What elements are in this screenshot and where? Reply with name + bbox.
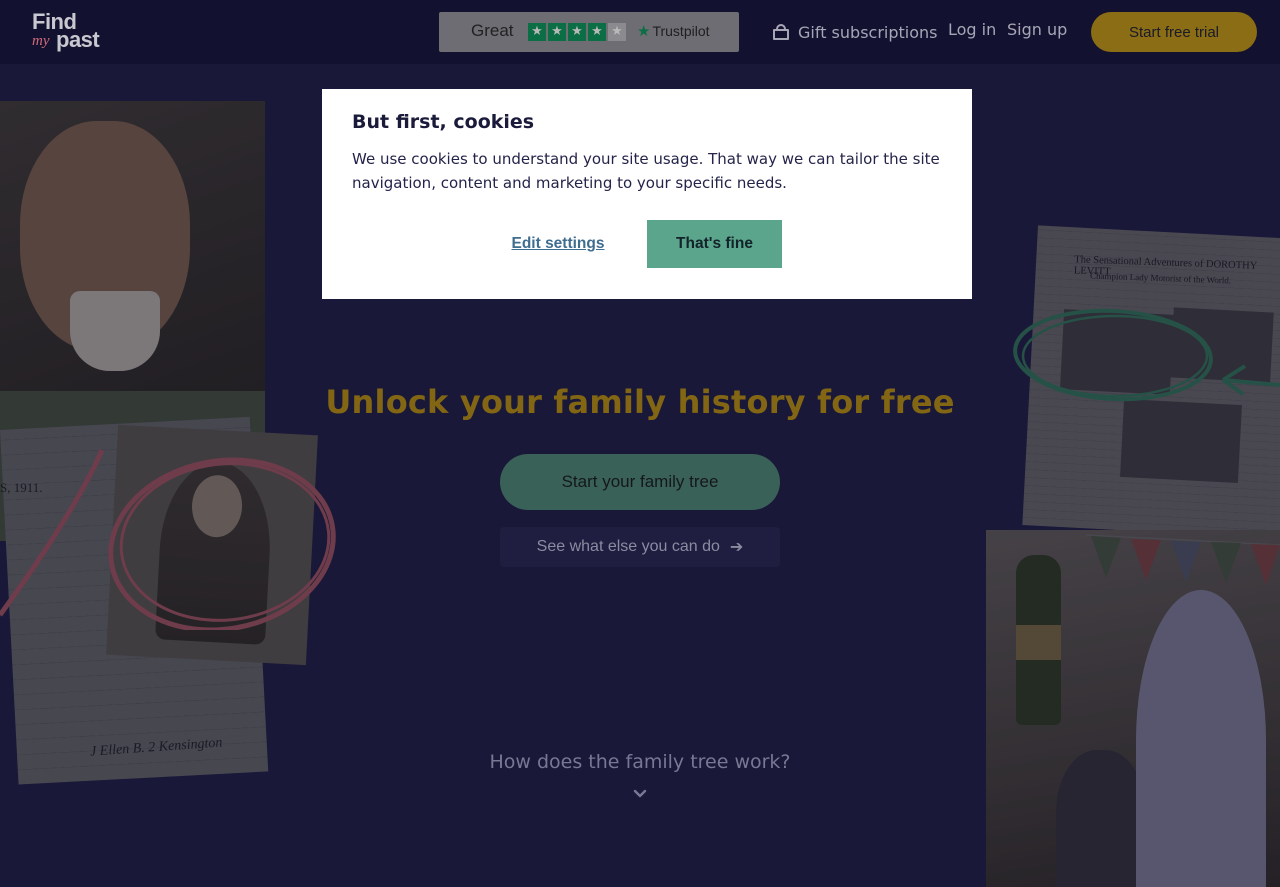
- cookie-description: We use cookies to understand your site u…: [352, 150, 940, 192]
- start-family-tree-button[interactable]: Start your family tree: [500, 454, 780, 510]
- how-family-tree-works-link[interactable]: How does the family tree work?: [0, 751, 1280, 773]
- star-empty-icon: ★: [608, 23, 626, 41]
- star-icon: ★: [588, 23, 606, 41]
- gift-subscriptions-link[interactable]: Gift subscriptions: [772, 20, 937, 44]
- findmypast-logo[interactable]: Find my past: [32, 9, 116, 55]
- logo-past-text: past: [56, 27, 100, 52]
- gift-subscriptions-label: Gift subscriptions: [798, 22, 938, 42]
- trustpilot-brand: ★ Trustpilot: [637, 22, 710, 40]
- gift-icon: [772, 24, 790, 40]
- arrow-right-icon: ➔: [729, 539, 744, 556]
- celebration-photo: [986, 530, 1280, 887]
- site-header: Find my past Great ★ ★ ★ ★ ★ ★ Trustpilot…: [0, 0, 1280, 64]
- see-what-else-button[interactable]: See what else you can do ➔: [500, 527, 780, 567]
- accept-cookies-button[interactable]: That's fine: [647, 220, 782, 268]
- trustpilot-brand-text: Trustpilot: [652, 23, 710, 39]
- login-link[interactable]: Log in: [948, 20, 996, 39]
- star-icon: ★: [528, 23, 546, 41]
- start-free-trial-button[interactable]: Start free trial: [1091, 12, 1257, 52]
- signup-link[interactable]: Sign up: [1007, 20, 1067, 39]
- star-icon: ★: [548, 23, 566, 41]
- star-icon: ★: [568, 23, 586, 41]
- hero-title: Unlock your family history for free: [325, 383, 955, 421]
- trustpilot-widget[interactable]: Great ★ ★ ★ ★ ★ ★ Trustpilot: [439, 12, 739, 52]
- edit-settings-button[interactable]: Edit settings: [494, 220, 622, 268]
- trustpilot-stars: ★ ★ ★ ★ ★: [528, 23, 626, 41]
- chevron-down-icon[interactable]: [632, 786, 648, 802]
- trustpilot-star-icon: ★: [637, 23, 651, 40]
- trustpilot-rating: Great: [471, 21, 514, 40]
- see-what-else-label: See what else you can do: [536, 538, 720, 555]
- cookie-title: But first, cookies: [352, 111, 535, 133]
- bunting-decoration: [1086, 534, 1280, 585]
- cookie-consent-dialog: But first, cookies We use cookies to und…: [322, 89, 972, 299]
- logo-my-text: my: [32, 33, 50, 49]
- pink-circle-annotation: [0, 448, 336, 630]
